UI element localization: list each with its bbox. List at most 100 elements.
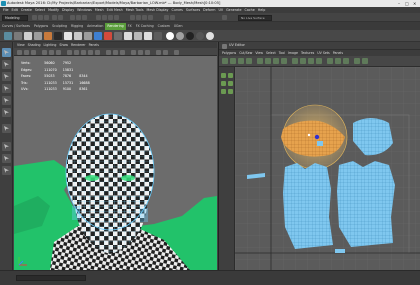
uv-filter-icon[interactable] (343, 58, 349, 64)
save-scene-icon[interactable] (44, 15, 49, 20)
lasso-tool-icon[interactable] (2, 60, 11, 69)
shelf-tab-fx-caching[interactable]: FX Caching (134, 23, 156, 30)
uv-checker-icon[interactable] (316, 58, 322, 64)
shelf-cylinder-icon[interactable] (24, 32, 32, 40)
new-scene-icon[interactable] (32, 15, 37, 20)
shelf-shader-icon[interactable] (74, 32, 82, 40)
shelf-tab-xgen[interactable]: XGen (172, 23, 185, 30)
shelf-tab-rigging[interactable]: Rigging (69, 23, 85, 30)
symmetry-icon[interactable] (170, 15, 175, 20)
wireframe-icon[interactable] (67, 49, 72, 55)
uv-image-icon[interactable] (327, 58, 333, 64)
isolate-select-icon[interactable] (131, 49, 136, 55)
grid-toggle-icon[interactable] (42, 49, 47, 55)
shelf-light-icon[interactable] (34, 32, 42, 40)
resolution-gate-icon[interactable] (56, 49, 61, 55)
shelf-tab-polygons[interactable]: Polygons (32, 23, 50, 30)
uv-rotate-ccw-icon[interactable] (238, 58, 244, 64)
snap-grid-icon[interactable] (96, 15, 101, 20)
undo-icon[interactable] (52, 15, 57, 20)
film-gate-icon[interactable] (49, 49, 54, 55)
history-icon[interactable] (130, 15, 135, 20)
shelf-tab-curves-surfaces[interactable]: Curves / Surfaces (0, 23, 32, 30)
uv-rotate-cw-icon[interactable] (246, 58, 252, 64)
shelf-tab-custom[interactable]: Custom (156, 23, 172, 30)
ambient-occlusion-icon[interactable] (113, 49, 118, 55)
shelf-dark-sphere-icon[interactable] (196, 32, 204, 40)
gamma-icon[interactable] (163, 49, 168, 55)
anti-alias-icon[interactable] (120, 49, 125, 55)
snap-curve-icon[interactable] (102, 15, 107, 20)
image-plane-icon[interactable] (31, 49, 36, 55)
select-by-hierarchy-icon[interactable] (70, 15, 75, 20)
shelf-black-sphere-icon[interactable] (186, 32, 194, 40)
shelf-camera-icon[interactable] (54, 32, 62, 40)
last-tool-icon[interactable] (2, 124, 11, 133)
scale-tool-icon[interactable] (2, 108, 11, 117)
wireframe-on-shaded-icon[interactable] (81, 49, 86, 55)
uv-scale-icon[interactable] (228, 81, 233, 86)
uv-flip-u-icon[interactable] (222, 58, 228, 64)
uv-layout-icon[interactable] (281, 58, 287, 64)
uv-dim-image-icon[interactable] (335, 58, 341, 64)
redo-icon[interactable] (58, 15, 63, 20)
uv-shaded-icon[interactable] (300, 58, 306, 64)
smooth-shade-icon[interactable] (74, 49, 79, 55)
uv-select-icon[interactable] (221, 73, 226, 78)
shelf-material-icon[interactable] (64, 32, 72, 40)
uv-grid-canvas[interactable] (235, 67, 420, 270)
camera-icon[interactable] (164, 15, 169, 20)
panel-menu-icon[interactable] (222, 44, 227, 49)
maximize-button[interactable]: □ (405, 1, 409, 6)
shelf-grey-sphere-icon[interactable] (176, 32, 184, 40)
move-tool-icon[interactable] (2, 84, 11, 93)
mode-selector[interactable]: Modeling (2, 14, 28, 21)
uv-rotate-icon[interactable] (221, 81, 226, 86)
shelf-batch-render-icon[interactable] (104, 32, 112, 40)
layout-split-icon[interactable] (2, 166, 11, 175)
render-settings-icon[interactable] (148, 15, 153, 20)
shelf-cube-icon[interactable] (14, 32, 22, 40)
shelf-tab-rendering[interactable]: Rendering (105, 23, 126, 30)
select-by-component-icon[interactable] (82, 15, 87, 20)
shelf-hypershade-icon[interactable] (84, 32, 92, 40)
shelf-texture-icon[interactable] (114, 32, 122, 40)
uv-sew-icon[interactable] (265, 58, 271, 64)
shelf-light-sphere-icon[interactable] (206, 32, 214, 40)
exposure-icon[interactable] (156, 49, 161, 55)
uv-grid-icon[interactable] (292, 58, 298, 64)
uv-unfold-icon[interactable] (273, 58, 279, 64)
shelf-render-view-icon[interactable] (94, 32, 102, 40)
uv-distortion-icon[interactable] (308, 58, 314, 64)
minimize-button[interactable]: – (398, 1, 400, 6)
shelf-white-sphere-icon[interactable] (166, 32, 174, 40)
lights-icon[interactable] (95, 49, 100, 55)
shelf-sphere-icon[interactable] (4, 32, 12, 40)
xray-icon[interactable] (138, 49, 143, 55)
shelf-tab-sculpting[interactable]: Sculpting (50, 23, 69, 30)
shelf-script-icon[interactable] (154, 32, 162, 40)
uv-cut-icon[interactable] (257, 58, 263, 64)
shadows-icon[interactable] (106, 49, 111, 55)
select-tool-icon[interactable] (2, 48, 11, 57)
select-by-object-icon[interactable] (76, 15, 81, 20)
render-frame-icon[interactable] (136, 15, 141, 20)
paint-select-icon[interactable] (2, 72, 11, 81)
bookmark-icon[interactable] (24, 49, 29, 55)
layout-quad-icon[interactable] (2, 154, 11, 163)
shelf-paint-icon[interactable] (134, 32, 142, 40)
mel-command-input[interactable] (16, 275, 86, 281)
snap-point-icon[interactable] (108, 15, 113, 20)
close-button[interactable]: ✕ (413, 1, 416, 6)
shelf-spotlight-icon[interactable] (44, 32, 52, 40)
xray-joints-icon[interactable] (145, 49, 150, 55)
ipr-render-icon[interactable] (142, 15, 147, 20)
textured-icon[interactable] (88, 49, 93, 55)
snap-view-icon[interactable] (114, 15, 119, 20)
shelf-tab-animation[interactable]: Animation (85, 23, 105, 30)
layout-single-icon[interactable] (2, 142, 11, 151)
rotate-tool-icon[interactable] (2, 96, 11, 105)
uv-snapshot-icon[interactable] (354, 58, 360, 64)
shelf-bake-icon[interactable] (144, 32, 152, 40)
open-scene-icon[interactable] (38, 15, 43, 20)
